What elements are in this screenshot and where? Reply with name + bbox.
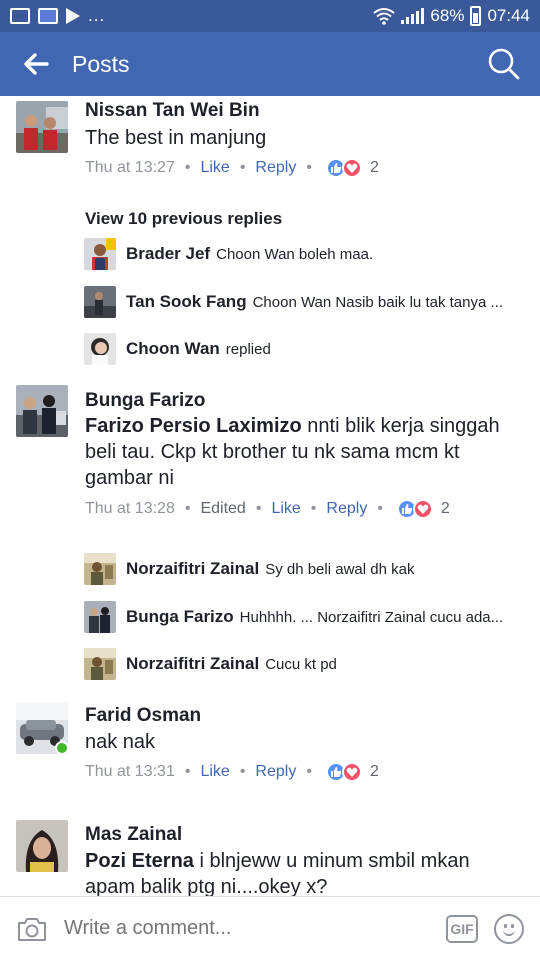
comment-input[interactable] — [64, 917, 446, 940]
reply-text: Choon Wan boleh maa. — [216, 245, 374, 263]
reactions-summary[interactable]: 2 — [396, 499, 450, 519]
clock: 07:44 — [487, 6, 530, 25]
comment-composer: GIF — [0, 896, 540, 960]
avatar[interactable] — [84, 601, 116, 633]
comment-timestamp: Thu at 13:31 — [85, 763, 175, 780]
status-notifications: ... — [10, 6, 105, 26]
reply-author[interactable]: Bunga Farizo — [126, 607, 234, 627]
comment-text: Farizo Persio Laximizo nnti blik kerja s… — [85, 415, 500, 489]
reply-item[interactable]: Bunga Farizo Huhhhh. ... Norzaifitri Zai… — [84, 601, 524, 633]
reply-button[interactable]: Reply — [326, 500, 367, 518]
reaction-count: 2 — [369, 159, 379, 176]
comment-author[interactable]: Mas Zainal — [85, 824, 182, 846]
comment-text: The best in manjung — [85, 127, 267, 149]
love-reaction-icon — [341, 158, 362, 178]
reply-author[interactable]: Norzaifitri Zainal — [126, 559, 259, 579]
play-notification-icon — [66, 8, 80, 24]
reply-button[interactable]: Reply — [255, 159, 296, 177]
status-bar: ... 68% 07:44 — [0, 0, 540, 32]
search-icon — [488, 48, 520, 80]
avatar[interactable] — [84, 238, 116, 270]
back-arrow-icon — [24, 53, 49, 75]
back-button[interactable] — [0, 32, 72, 96]
reply-text: Sy dh beli awal dh kak — [265, 560, 415, 578]
reply-author[interactable]: Norzaifitri Zainal — [126, 654, 259, 674]
reply-author[interactable]: Tan Sook Fang — [126, 292, 247, 312]
comment-meta: Thu at 13:27 • Like • Reply • 2 — [85, 158, 379, 178]
comment-meta: Thu at 13:28 • Edited • Like • Reply • 2 — [85, 499, 450, 519]
comment-timestamp: Thu at 13:27 — [85, 159, 175, 176]
more-notifications-indicator: ... — [88, 6, 106, 25]
reaction-count: 2 — [440, 500, 450, 517]
smiley-icon — [503, 929, 515, 936]
comment-author[interactable]: Bunga Farizo — [85, 390, 205, 412]
reply-text: Cucu kt pd — [265, 655, 337, 673]
like-button[interactable]: Like — [271, 500, 300, 518]
app-bar: Posts — [0, 32, 540, 96]
avatar[interactable] — [84, 553, 116, 585]
emoji-button[interactable] — [494, 913, 524, 944]
comment-author[interactable]: Nissan Tan Wei Bin — [85, 100, 260, 122]
love-reaction-icon — [341, 762, 362, 782]
comment-text: Pozi Eterna i blnjeww u minum smbil mkan… — [85, 850, 470, 896]
gallery-notification-icon — [10, 8, 30, 24]
battery-icon — [470, 6, 482, 26]
avatar[interactable] — [16, 385, 68, 437]
wifi-icon — [373, 8, 396, 25]
like-button[interactable]: Like — [200, 763, 229, 781]
reply-item[interactable]: Norzaifitri Zainal Cucu kt pd — [84, 648, 524, 680]
reactions-summary[interactable]: 2 — [325, 762, 379, 782]
love-reaction-icon — [412, 499, 433, 519]
avatar[interactable] — [16, 101, 68, 153]
mention-link[interactable]: Pozi Eterna — [85, 850, 194, 872]
avatar[interactable] — [16, 820, 68, 872]
like-button[interactable]: Like — [200, 159, 229, 177]
reply-text: replied — [225, 340, 271, 358]
signal-strength-icon — [401, 8, 425, 24]
avatar[interactable] — [84, 286, 116, 318]
comment-timestamp: Thu at 13:28 — [85, 500, 175, 517]
online-status-indicator — [55, 741, 69, 755]
view-previous-replies-link[interactable]: View 10 previous replies — [85, 209, 282, 229]
app-notification-icon — [38, 8, 58, 24]
gif-button[interactable]: GIF — [446, 914, 478, 943]
camera-button[interactable] — [0, 897, 64, 960]
reply-item[interactable]: Brader Jef Choon Wan boleh maa. — [84, 238, 524, 270]
reaction-count: 2 — [369, 763, 379, 780]
reactions-summary[interactable]: 2 — [325, 158, 379, 178]
edited-label[interactable]: Edited — [200, 500, 245, 518]
reply-item[interactable]: Tan Sook Fang Choon Wan Nasib baik lu ta… — [84, 286, 524, 318]
reply-item[interactable]: Norzaifitri Zainal Sy dh beli awal dh ka… — [84, 553, 524, 585]
reply-author[interactable]: Choon Wan — [126, 339, 220, 359]
comment-text: nak nak — [85, 731, 156, 753]
status-system: 68% 07:44 — [373, 6, 530, 26]
comments-feed[interactable]: Nissan Tan Wei Bin The best in manjung T… — [0, 96, 540, 896]
comment-author[interactable]: Farid Osman — [85, 705, 201, 727]
page-title: Posts — [72, 50, 130, 77]
search-button[interactable] — [468, 32, 540, 96]
mention-link[interactable]: Farizo Persio Laximizo — [85, 415, 302, 437]
comment-meta: Thu at 13:31 • Like • Reply • 2 — [85, 762, 379, 782]
reply-button[interactable]: Reply — [255, 763, 296, 781]
avatar[interactable] — [84, 333, 116, 365]
reply-author[interactable]: Brader Jef — [126, 244, 210, 264]
reply-text: Huhhhh. ... Norzaifitri Zainal cucu ada.… — [239, 608, 504, 626]
reply-text: Choon Wan Nasib baik lu tak tanya ... — [252, 293, 503, 311]
camera-icon — [18, 917, 46, 941]
battery-percent: 68% — [430, 6, 465, 25]
avatar[interactable] — [84, 648, 116, 680]
reply-item[interactable]: Choon Wan replied — [84, 333, 524, 365]
